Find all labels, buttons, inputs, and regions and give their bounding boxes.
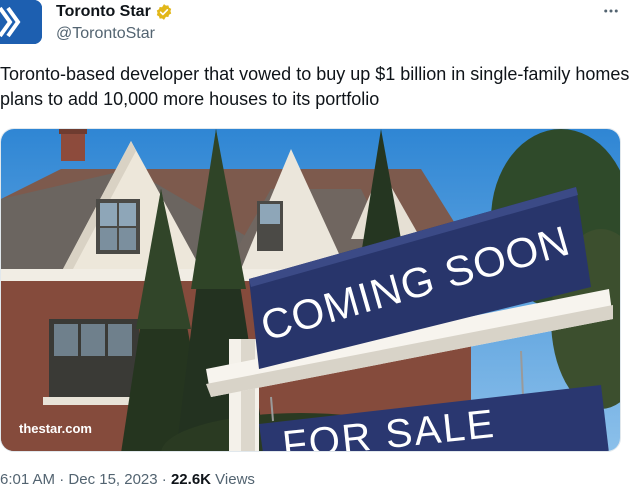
author-name[interactable]: Toronto Star <box>56 2 151 22</box>
author-handle[interactable]: @TorontoStar <box>56 24 173 44</box>
verified-badge-icon[interactable] <box>155 3 173 21</box>
avatar[interactable] <box>0 0 42 44</box>
tweet-author: Toronto Star @TorontoStar <box>56 2 173 44</box>
image-watermark: thestar.com <box>19 421 92 436</box>
house-for-sale-photo: COMING SOON FOR SALE <box>1 129 620 451</box>
tweet-text: Toronto-based developer that vowed to bu… <box>0 64 630 109</box>
toronto-star-logo-icon <box>0 0 42 44</box>
tweet-meta: 6:01 AM · Dec 15, 2023 · 22.6K Views <box>0 470 255 490</box>
tweet-time[interactable]: 6:01 AM <box>0 471 55 488</box>
more-options-button[interactable] <box>602 2 620 25</box>
tweet-image[interactable]: COMING SOON FOR SALE thestar.com <box>0 128 621 452</box>
views-label: Views <box>215 471 255 488</box>
meta-separator: · <box>59 471 65 488</box>
tweet-date[interactable]: Dec 15, 2023 <box>68 471 157 488</box>
meta-separator: · <box>161 471 167 488</box>
more-horizontal-icon <box>604 9 618 13</box>
views-count[interactable]: 22.6K <box>171 471 211 488</box>
